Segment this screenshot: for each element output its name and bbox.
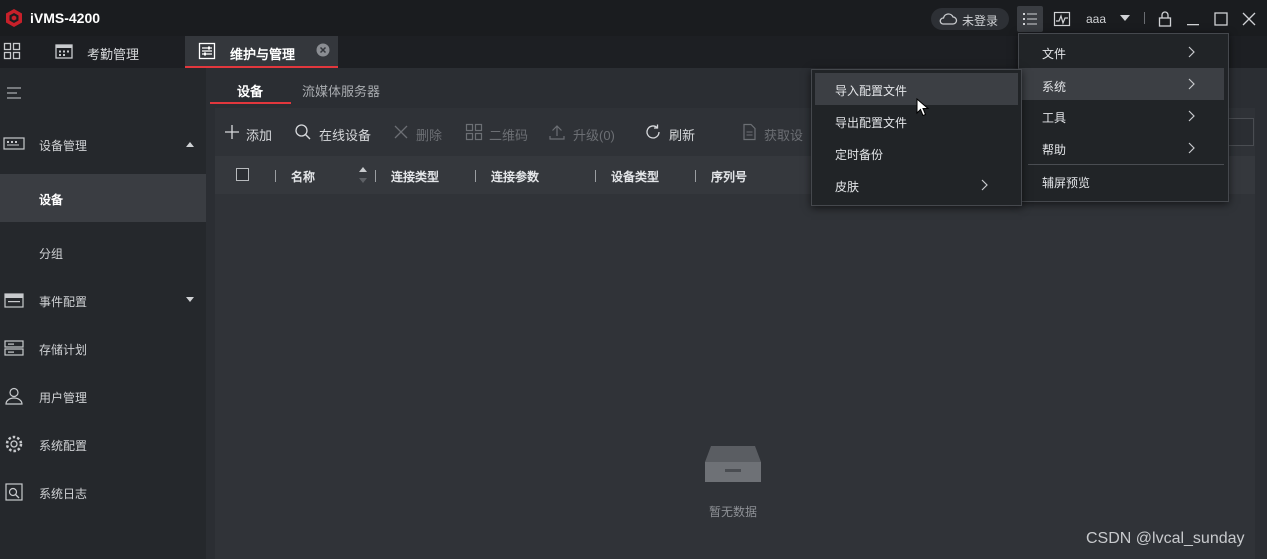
title-bar	[0, 0, 1267, 36]
delete-x-icon	[394, 125, 408, 139]
minimize-icon[interactable]	[1183, 9, 1203, 29]
app-title: iVMS-4200	[30, 10, 101, 26]
sidebar-item-label: 事件配置	[39, 295, 88, 309]
column-header-connection-type[interactable]: 连接类型	[391, 168, 439, 185]
menu-item-label: 导入配置文件	[835, 84, 908, 98]
collapse-menu-icon[interactable]	[6, 86, 22, 100]
subtab-device-label: 设备	[237, 84, 264, 99]
upgrade-button[interactable]: 升级(0)	[573, 125, 615, 144]
upgrade-icon	[549, 125, 565, 140]
chevron-right-icon	[1188, 110, 1195, 122]
menu-item-label: 辅屏预览	[1042, 176, 1091, 190]
app-logo-icon	[6, 9, 22, 27]
tab-attendance-label: 考勤管理	[87, 47, 140, 62]
search-icon	[295, 124, 311, 140]
menu-item-label: 系统	[1042, 80, 1067, 94]
log-icon	[5, 483, 23, 501]
chevron-down-icon[interactable]	[1119, 13, 1131, 23]
chevron-right-icon	[1188, 78, 1195, 90]
tab-maintenance-label: 维护与管理	[230, 47, 296, 62]
column-divider	[375, 170, 376, 182]
sidebar-item-group[interactable]	[0, 228, 206, 276]
mouse-cursor-icon	[916, 98, 930, 117]
maximize-icon[interactable]	[1211, 9, 1231, 29]
sidebar-item-device[interactable]	[0, 174, 206, 222]
column-divider	[695, 170, 696, 182]
column-divider	[475, 170, 476, 182]
column-header-serial[interactable]: 序列号	[711, 168, 747, 185]
event-config-icon	[4, 293, 24, 308]
sort-icon[interactable]	[358, 165, 368, 185]
sidebar-item-device-manage[interactable]	[0, 120, 206, 168]
device-table	[215, 156, 1255, 559]
empty-box-icon	[705, 446, 761, 482]
sidebar-item-system-log[interactable]	[0, 468, 206, 516]
sidebar-item-label: 设备	[39, 193, 64, 207]
chevron-up-icon[interactable]	[185, 140, 195, 148]
monitor-icon[interactable]	[1052, 9, 1072, 29]
column-header-name[interactable]: 名称	[291, 168, 315, 185]
online-devices-button[interactable]: 在线设备	[319, 125, 371, 144]
select-all-checkbox[interactable]	[236, 168, 249, 181]
menu-item-label: 文件	[1042, 47, 1067, 61]
calendar-icon	[55, 44, 73, 59]
close-icon[interactable]	[1239, 9, 1259, 29]
refresh-icon	[646, 124, 660, 139]
sidebar-item-user[interactable]	[0, 372, 206, 420]
qrcode-button[interactable]: 二维码	[489, 125, 528, 144]
menu-item-label: 皮肤	[835, 180, 860, 194]
column-divider	[595, 170, 596, 182]
grid-icon[interactable]	[3, 42, 21, 60]
empty-state-text: 暂无数据	[709, 505, 758, 519]
search-input[interactable]	[1228, 118, 1254, 146]
user-name[interactable]: aaa	[1086, 12, 1106, 26]
titlebar-divider	[1144, 12, 1145, 24]
tab-close-icon[interactable]	[316, 43, 330, 57]
storage-icon	[4, 340, 24, 356]
gear-icon	[5, 435, 23, 453]
menu-item-label: 定时备份	[835, 148, 884, 162]
sidebar-item-label: 存储计划	[39, 343, 88, 357]
user-icon	[5, 387, 23, 405]
get-device-button[interactable]: 获取设	[764, 125, 803, 144]
menu-item-label: 导出配置文件	[835, 116, 908, 130]
menu-item-label: 帮助	[1042, 143, 1067, 157]
list-menu-icon	[1023, 13, 1037, 25]
chevron-right-icon	[981, 179, 988, 191]
document-icon	[743, 123, 756, 141]
cloud-icon	[939, 13, 958, 25]
watermark: CSDN @lvcal_sunday	[1086, 530, 1245, 547]
column-header-connection-params[interactable]: 连接参数	[491, 168, 539, 185]
sidebar-item-label: 用户管理	[39, 391, 88, 405]
menu-divider	[1028, 164, 1224, 165]
sidebar-item-event-config[interactable]	[0, 276, 206, 324]
sidebar-item-storage[interactable]	[0, 324, 206, 372]
sidebar-item-system-config[interactable]	[0, 420, 206, 468]
chevron-down-icon[interactable]	[185, 296, 195, 304]
sidebar-item-label: 分组	[39, 247, 64, 261]
lock-icon[interactable]	[1155, 9, 1175, 29]
add-button[interactable]: 添加	[246, 125, 272, 144]
chevron-right-icon	[1188, 46, 1195, 58]
column-divider	[275, 170, 276, 182]
sidebar-item-label: 设备管理	[39, 139, 88, 153]
plus-icon	[225, 125, 239, 139]
qrcode-icon	[465, 123, 483, 141]
device-manage-icon	[3, 137, 25, 150]
sidebar-item-label: 系统配置	[39, 439, 88, 453]
chevron-right-icon	[1188, 142, 1195, 154]
delete-button[interactable]: 删除	[416, 125, 442, 144]
sidebar-item-label: 系统日志	[39, 487, 88, 501]
menu-item-label: 工具	[1042, 111, 1067, 125]
settings-panel-icon	[198, 42, 216, 60]
subtab-stream-server[interactable]: 流媒体服务器	[302, 81, 380, 100]
login-status-label: 未登录	[962, 14, 999, 28]
column-header-device-type[interactable]: 设备类型	[611, 168, 659, 185]
refresh-button[interactable]: 刷新	[669, 125, 695, 144]
